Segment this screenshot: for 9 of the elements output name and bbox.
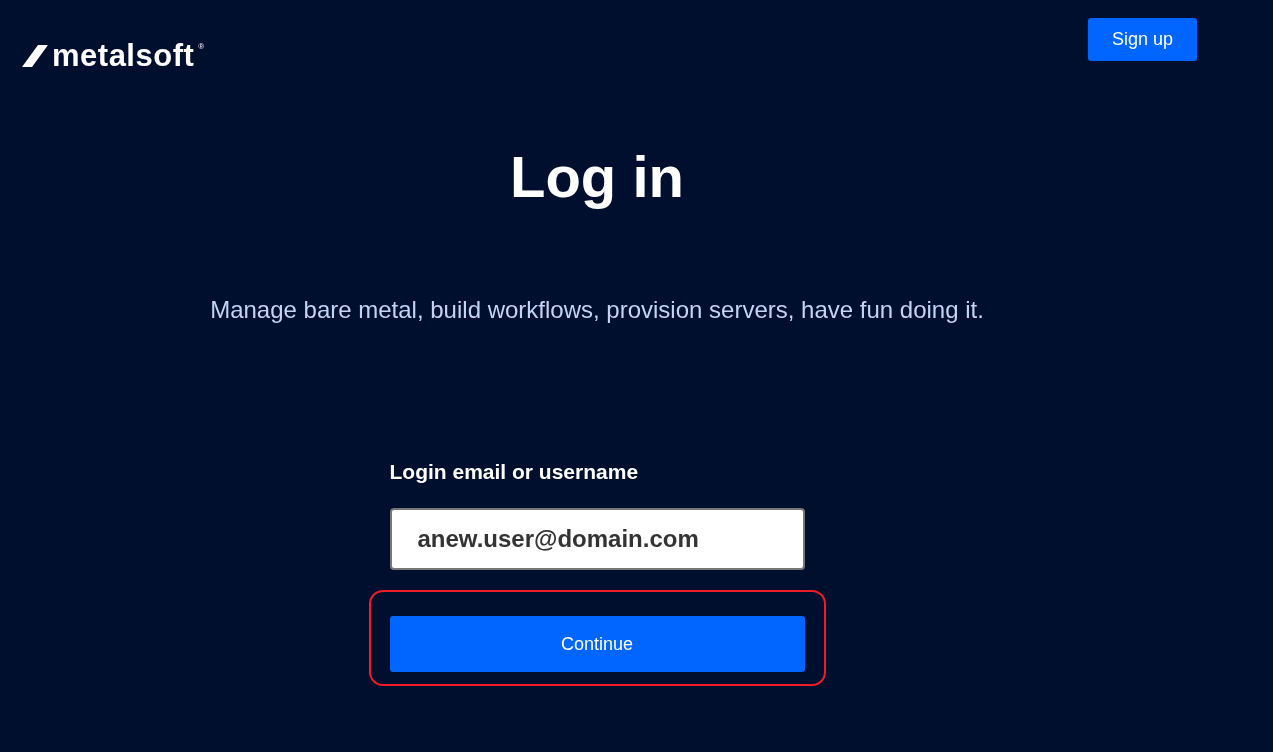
registered-mark: ® [198, 42, 205, 51]
email-field[interactable]: anew.user@domain.com [389, 508, 805, 570]
page-title: Log in [510, 143, 684, 211]
continue-button[interactable]: Continue [389, 616, 805, 672]
signup-button[interactable]: Sign up [1088, 18, 1197, 61]
field-label: Login email or username [389, 460, 640, 484]
tagline: Manage bare metal, build workflows, provision servers, have fun doing it. [210, 296, 984, 324]
logo-wordmark: metalsoft [52, 40, 195, 71]
slash-icon [22, 44, 48, 67]
